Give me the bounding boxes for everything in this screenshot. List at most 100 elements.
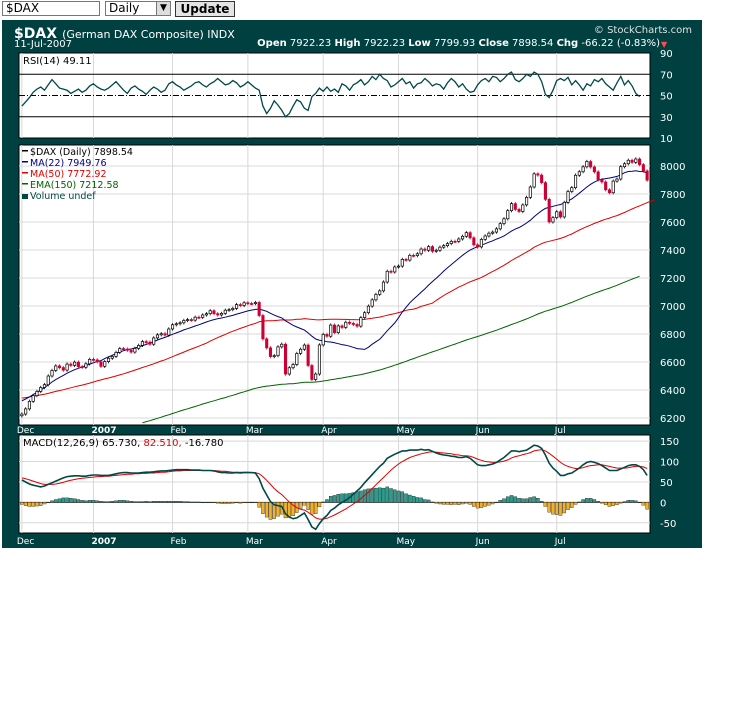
- macd-histogram-bar: [404, 493, 408, 503]
- candle-body: [35, 391, 39, 396]
- candle-body: [340, 325, 344, 328]
- candle-body: [91, 358, 95, 361]
- candle-body: [464, 232, 468, 237]
- macd-histogram-bar: [558, 502, 563, 516]
- macd-histogram-bar: [381, 487, 386, 503]
- candle-body: [242, 302, 246, 306]
- candle-body: [208, 310, 212, 315]
- candle-body: [453, 240, 457, 243]
- macd-histogram-bar: [445, 502, 450, 505]
- macd-x-tick-label: May: [397, 537, 416, 547]
- macd-histogram-bar: [607, 502, 612, 507]
- candle-body: [332, 324, 337, 333]
- candle-body: [159, 333, 163, 336]
- rsi-tick-label: 70: [660, 70, 673, 81]
- macd-title: MACD(12,26,9) 65.730, 82.510, -16.780: [23, 438, 223, 449]
- price-tick-label: 7600: [660, 218, 685, 229]
- candle-body: [483, 235, 487, 240]
- candle-body: [404, 259, 408, 261]
- macd-histogram-bar: [144, 500, 148, 503]
- macd-histogram-bar: [261, 502, 265, 514]
- macd-x-tick-label: Feb: [171, 537, 187, 547]
- candle-body: [626, 159, 630, 165]
- macd-histogram-bar: [585, 498, 589, 503]
- macd-histogram-bar: [133, 501, 137, 503]
- candle-body: [272, 355, 276, 358]
- candle-body: [430, 246, 434, 252]
- candle-body: [513, 203, 517, 210]
- candle-body: [611, 180, 615, 194]
- symbol-input[interactable]: $DAX: [2, 1, 100, 16]
- macd-histogram-bar: [472, 502, 476, 507]
- macd-histogram-bar: [615, 502, 619, 505]
- candle-body: [39, 387, 43, 392]
- macd-histogram-bar: [223, 502, 228, 504]
- legend-entry: Volume undef: [30, 191, 96, 202]
- macd-histogram-bar: [31, 502, 35, 507]
- macd-histogram-bar: [103, 501, 107, 503]
- candle-body: [641, 164, 645, 172]
- macd-histogram-bar: [148, 501, 152, 503]
- candle-body: [389, 270, 393, 273]
- candle-body: [106, 357, 111, 362]
- candle-body: [412, 254, 416, 257]
- macd-histogram-bar: [80, 500, 84, 503]
- candle-body: [189, 319, 193, 321]
- macd-histogram-bar: [641, 502, 646, 506]
- candle-body: [219, 313, 224, 316]
- candle-body: [551, 217, 555, 223]
- macd-histogram-bar: [509, 495, 514, 503]
- macd-histogram-bar: [72, 498, 77, 503]
- period-select[interactable]: Daily: [105, 1, 157, 16]
- macd-histogram-bar: [61, 497, 66, 503]
- rsi-panel: 10 30 50 70 90 RSI(14) 49.11: [18, 49, 673, 145]
- macd-histogram-bar: [532, 496, 536, 503]
- macd-histogram-bar: [577, 501, 582, 503]
- macd-histogram-bar: [396, 490, 401, 503]
- chevron-down-icon[interactable]: ▼: [156, 1, 171, 16]
- macd-histogram-bar: [246, 502, 250, 504]
- macd-histogram-bar: [566, 502, 570, 510]
- macd-histogram-bar: [411, 496, 416, 503]
- candle-body: [182, 320, 186, 324]
- candle-body: [306, 344, 310, 366]
- legend-entry: $DAX (Daily) 7898.54: [30, 147, 133, 158]
- price-x-tick-label: Feb: [171, 426, 187, 436]
- macd-x-tick-label: Apr: [321, 537, 337, 547]
- candle-body: [235, 304, 239, 309]
- macd-histogram-bar: [174, 500, 179, 503]
- candle-body: [148, 341, 152, 345]
- candle-body: [268, 347, 273, 357]
- update-button[interactable]: Update: [175, 1, 235, 17]
- candle-body: [645, 170, 649, 181]
- price-tick-label: 7000: [660, 302, 685, 313]
- macd-histogram-bar: [434, 502, 438, 504]
- macd-histogram-bar: [193, 501, 197, 503]
- macd-histogram-bar: [521, 498, 525, 503]
- macd-histogram-bar: [69, 498, 73, 503]
- candle-body: [57, 365, 62, 368]
- candle-body: [506, 210, 510, 220]
- macd-histogram-bar: [506, 496, 510, 503]
- macd-histogram-bar: [562, 502, 566, 514]
- macd-histogram-bar: [185, 501, 190, 503]
- candle-body: [152, 337, 156, 345]
- macd-histogram-bar: [457, 502, 461, 505]
- price-tick-label: 7800: [660, 190, 685, 201]
- macd-histogram-bar: [219, 502, 224, 504]
- macd-histogram-bar: [310, 502, 314, 515]
- macd-histogram-bar: [197, 501, 201, 503]
- candle-body: [638, 158, 642, 165]
- candle-body: [359, 317, 363, 327]
- candle-body: [400, 259, 404, 267]
- candle-body: [212, 310, 216, 315]
- candle-body: [521, 204, 525, 212]
- macd-histogram-bar: [426, 499, 431, 503]
- price-tick-label: 6400: [660, 386, 685, 397]
- macd-histogram-bar: [449, 502, 453, 505]
- chart-svg: 10 30 50 70 90 RSI(14) 49.11 6200 6400 6600 6800…: [17, 49, 686, 547]
- legend-swatch: [22, 161, 28, 163]
- macd-histogram-bar: [408, 494, 412, 503]
- macd-histogram-bar: [313, 502, 318, 514]
- candle-body: [366, 305, 370, 314]
